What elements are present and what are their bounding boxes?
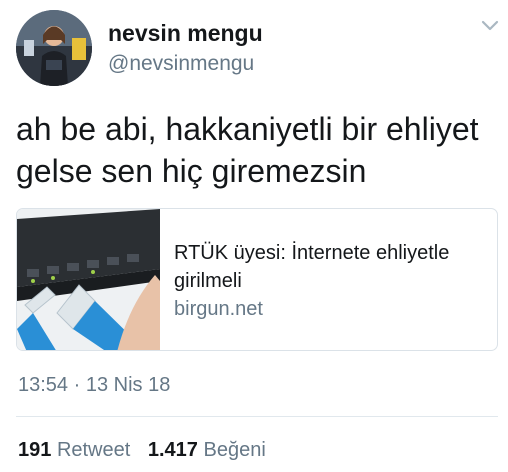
like-stat[interactable]: 1.417 Beğeni <box>148 439 266 462</box>
retweet-count: 191 <box>18 439 52 461</box>
retweet-label: Retweet <box>56 439 131 461</box>
card-title-line: girilmeli <box>174 270 242 292</box>
card-title: RTÜK üyesi: İnternete ehliyetle girilmel… <box>174 239 489 295</box>
author-display-name[interactable]: nevsin mengu <box>108 20 263 47</box>
retweet-stat[interactable]: 191 Retweet <box>18 439 130 462</box>
tweet-stats: 191 Retweet 1.417 Beğeni <box>18 439 278 462</box>
tweet-text: ah be abi, hakkaniyetli bir ehliyet gels… <box>16 108 496 192</box>
like-label: Beğeni <box>203 439 266 461</box>
card-thumbnail <box>17 209 160 350</box>
tweet-text-line: gelse sen hiç giremezsin <box>16 153 367 189</box>
author-handle[interactable]: @nevsinmengu <box>108 52 254 76</box>
like-count: 1.417 <box>147 439 198 461</box>
network-cable-image <box>17 209 160 350</box>
avatar[interactable] <box>16 10 92 86</box>
tweet-text-line: ah be abi, hakkaniyetli bir ehliyet <box>16 111 479 147</box>
card-domain: birgun.net <box>174 298 263 320</box>
avatar-photo <box>16 10 92 86</box>
link-preview-card[interactable]: RTÜK üyesi: İnternete ehliyetle girilmel… <box>16 208 498 351</box>
divider <box>16 416 498 417</box>
tweet-timestamp[interactable]: 13:54 · 13 Nis 18 <box>18 374 170 397</box>
chevron-down-icon[interactable] <box>480 18 500 32</box>
card-title-line: RTÜK üyesi: İnternete ehliyetle <box>174 242 450 264</box>
